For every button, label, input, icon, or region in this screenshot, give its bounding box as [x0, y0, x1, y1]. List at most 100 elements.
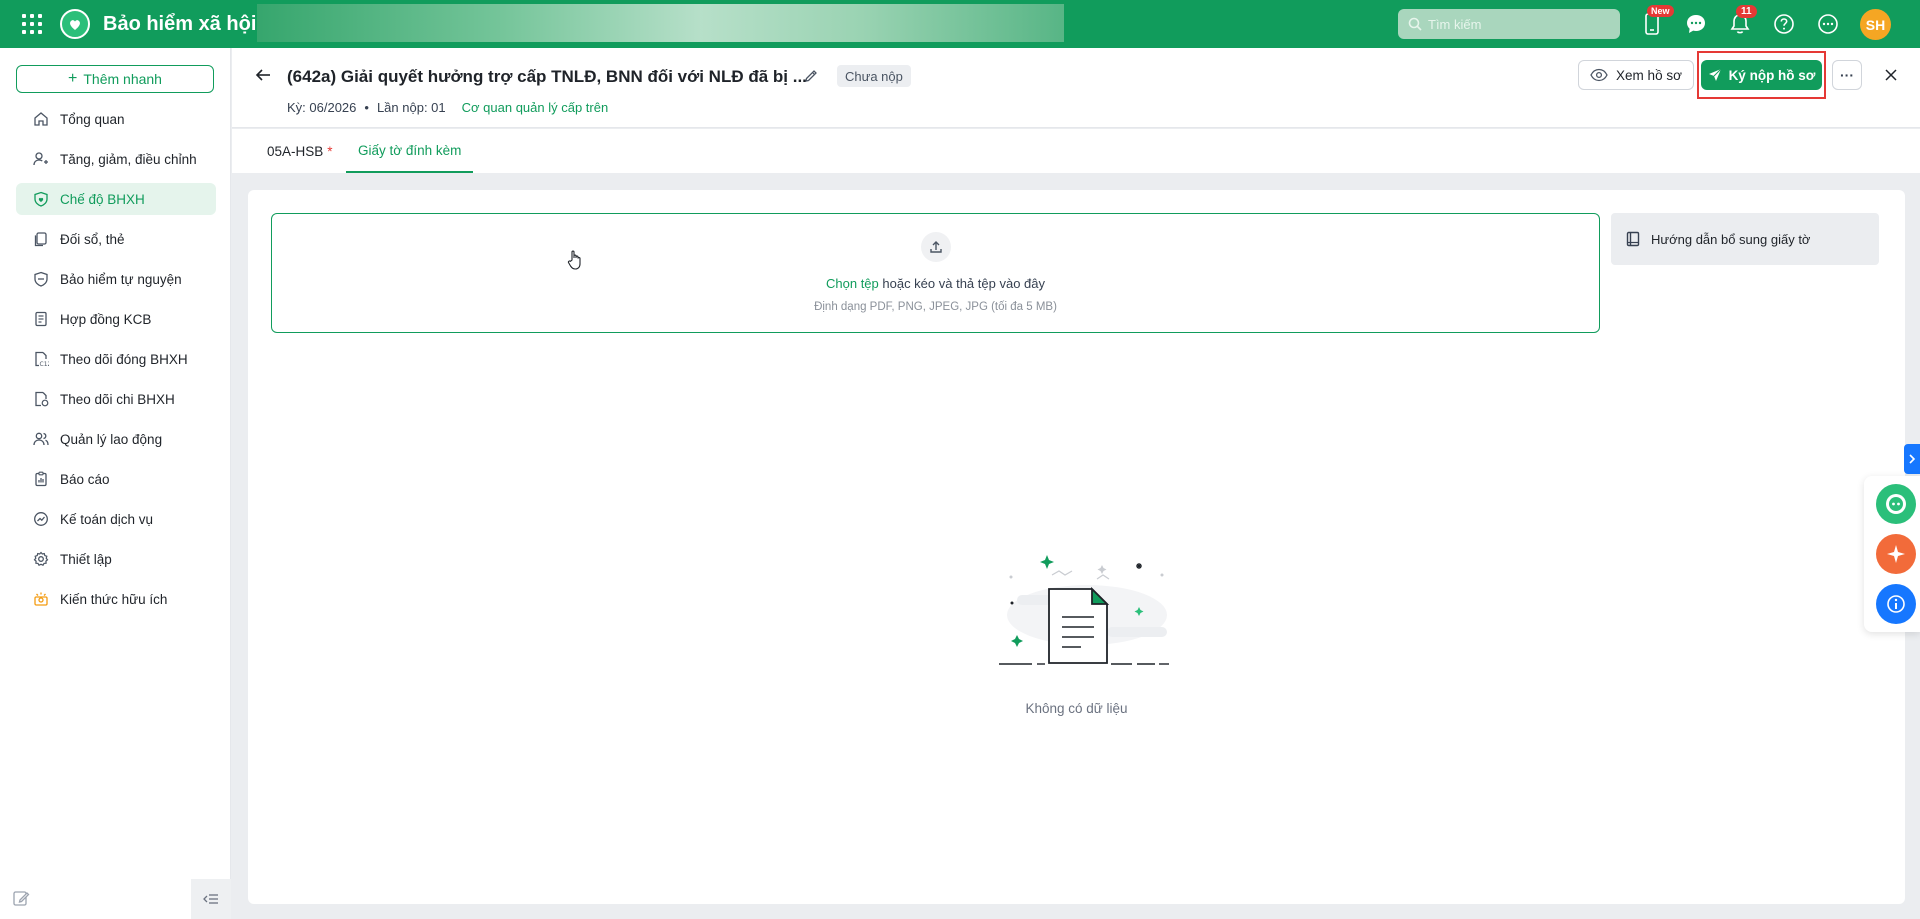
search-placeholder: Tìm kiếm: [1428, 16, 1482, 32]
sidebar-item-label: Hợp đồng KCB: [60, 311, 152, 327]
app-grid-icon[interactable]: [22, 14, 42, 34]
cards-icon: [32, 230, 50, 248]
document-header: (642a) Giải quyết hưởng trợ cấp TNLĐ, BN…: [232, 48, 1920, 128]
sidebar-item-useful-knowledge[interactable]: Kiến thức hữu ích: [16, 583, 216, 615]
expand-panel-tab[interactable]: [1904, 444, 1920, 474]
hand-cursor-icon: [567, 249, 585, 274]
more-actions-button[interactable]: ···: [1832, 60, 1862, 90]
more-options-icon[interactable]: [1816, 12, 1840, 36]
dropzone-formats: Định dạng PDF, PNG, JPEG, JPG (tối đa 5 …: [814, 301, 1057, 313]
svg-text:C12: C12: [40, 361, 50, 367]
tab-attachments[interactable]: Giấy tờ đính kèm: [346, 129, 474, 173]
app-logo-icon[interactable]: [60, 9, 90, 39]
plus-icon: +: [68, 70, 78, 87]
send-icon: [1708, 68, 1721, 81]
quick-add-label: Thêm nhanh: [83, 71, 162, 87]
sidebar-item-social-insurance-benefits[interactable]: Chế độ BHXH: [16, 183, 216, 215]
sidebar: + Thêm nhanh Tổng quan Tăng, giảm, điều …: [0, 48, 231, 919]
upload-icon: [921, 232, 951, 262]
view-record-label: Xem hồ sơ: [1616, 67, 1682, 83]
guide-label: Hướng dẫn bổ sung giấy tờ: [1651, 231, 1811, 247]
collapse-icon: [203, 894, 218, 904]
c12-icon: C12: [32, 350, 50, 368]
ai-sparkle-icon[interactable]: [1876, 534, 1916, 574]
search-input[interactable]: Tìm kiếm: [1398, 9, 1620, 39]
close-icon[interactable]: [1880, 64, 1902, 86]
sidebar-item-label: Theo dõi đóng BHXH: [60, 351, 188, 367]
blurred-banner: [257, 4, 1064, 42]
sidebar-item-label: Tổng quan: [60, 111, 125, 127]
sidebar-item-label: Quản lý lao động: [60, 431, 163, 447]
sidebar-item-track-contributions[interactable]: C12 Theo dõi đóng BHXH: [16, 343, 216, 375]
accounting-icon: [32, 510, 50, 528]
pencil-icon[interactable]: [803, 68, 819, 87]
edit-note-icon[interactable]: [12, 889, 32, 909]
empty-state-text: Không có dữ liệu: [1025, 701, 1128, 716]
drag-drop-text: hoặc kéo và thả tệp vào đây: [878, 276, 1045, 291]
sidebar-nav: Tổng quan Tăng, giảm, điều chỉnh Chế độ …: [16, 103, 216, 623]
shield-icon: [32, 270, 50, 288]
gear-icon: [32, 550, 50, 568]
chatbot-icon[interactable]: [1876, 484, 1916, 524]
sidebar-item-labor-management[interactable]: Quản lý lao động: [16, 423, 216, 455]
floating-action-panel: [1864, 476, 1920, 632]
search-icon: [1408, 17, 1422, 31]
contract-icon: [32, 310, 50, 328]
sidebar-item-accounting-service[interactable]: Kế toán dịch vụ: [16, 503, 216, 535]
eye-icon: [1590, 68, 1608, 82]
shield-heart-icon: [32, 190, 50, 208]
back-arrow-icon[interactable]: [254, 66, 272, 87]
sign-submit-button[interactable]: Ký nộp hồ sơ: [1701, 60, 1822, 90]
sign-submit-label: Ký nộp hồ sơ: [1728, 67, 1816, 83]
dropzone-instructions: Chọn tệp hoặc kéo và thả tệp vào đây: [272, 276, 1599, 291]
sidebar-item-label: Tăng, giảm, điều chỉnh: [60, 151, 197, 167]
quick-add-button[interactable]: + Thêm nhanh: [16, 65, 214, 93]
document-meta: Kỳ: 06/2026 • Lần nộp: 01 Cơ quan quản l…: [287, 100, 608, 115]
period-label: Kỳ: 06/2026: [287, 100, 357, 115]
sidebar-item-healthcare-contract[interactable]: Hợp đồng KCB: [16, 303, 216, 335]
file-dropzone[interactable]: Chọn tệp hoặc kéo và thả tệp vào đây Địn…: [271, 213, 1600, 333]
new-badge: New: [1647, 5, 1674, 17]
required-marker: *: [327, 143, 333, 159]
sidebar-item-label: Thiết lập: [60, 551, 112, 567]
sidebar-item-reports[interactable]: Báo cáo: [16, 463, 216, 495]
sidebar-item-label: Theo dõi chi BHXH: [60, 391, 175, 407]
submission-label: Lần nộp: 01: [376, 100, 446, 115]
agency-link[interactable]: Cơ quan quản lý cấp trên: [462, 100, 609, 115]
separator-dot: •: [364, 100, 369, 115]
tab-05a-hsb[interactable]: 05A-HSB *: [255, 129, 345, 173]
info-icon[interactable]: [1876, 584, 1916, 624]
choose-file-link[interactable]: Chọn tệp: [826, 276, 879, 291]
user-adjust-icon: [32, 150, 50, 168]
supplement-guide-button[interactable]: Hướng dẫn bổ sung giấy tờ: [1611, 213, 1879, 265]
sidebar-item-track-payouts[interactable]: Theo dõi chi BHXH: [16, 383, 216, 415]
notification-badge: 11: [1736, 5, 1757, 18]
avatar[interactable]: SH: [1860, 9, 1891, 40]
status-badge: Chưa nộp: [837, 65, 911, 87]
attachments-panel: Chọn tệp hoặc kéo và thả tệp vào đây Địn…: [248, 190, 1905, 904]
sidebar-item-reconcile-cards[interactable]: Đối sổ, thẻ: [16, 223, 216, 255]
book-icon: [1626, 231, 1640, 247]
help-icon[interactable]: [1772, 12, 1796, 36]
sidebar-item-adjustments[interactable]: Tăng, giảm, điều chỉnh: [16, 143, 216, 175]
sidebar-item-label: Kế toán dịch vụ: [60, 511, 154, 527]
app-title[interactable]: Bảo hiểm xã hội: [103, 13, 256, 36]
top-bar: Bảo hiểm xã hội Tìm kiếm New 11 SH: [0, 0, 1920, 48]
view-record-button[interactable]: Xem hồ sơ: [1578, 60, 1694, 90]
document-money-icon: [32, 390, 50, 408]
collapse-sidebar-button[interactable]: [191, 879, 231, 919]
tab-label: 05A-HSB: [267, 143, 324, 159]
report-icon: [32, 470, 50, 488]
home-icon: [32, 110, 50, 128]
tab-label: Giấy tờ đính kèm: [358, 142, 462, 158]
sidebar-item-label: Bảo hiểm tự nguyện: [60, 271, 182, 287]
sidebar-item-overview[interactable]: Tổng quan: [16, 103, 216, 135]
chevron-right-icon: [1909, 454, 1916, 464]
empty-state-illustration: [997, 535, 1177, 675]
lightbulb-icon: [32, 590, 50, 608]
sidebar-item-label: Đối sổ, thẻ: [60, 231, 125, 247]
chat-icon[interactable]: [1684, 12, 1708, 36]
sidebar-item-voluntary-insurance[interactable]: Bảo hiểm tự nguyện: [16, 263, 216, 295]
sidebar-item-settings[interactable]: Thiết lập: [16, 543, 216, 575]
sidebar-item-label: Báo cáo: [60, 471, 110, 487]
